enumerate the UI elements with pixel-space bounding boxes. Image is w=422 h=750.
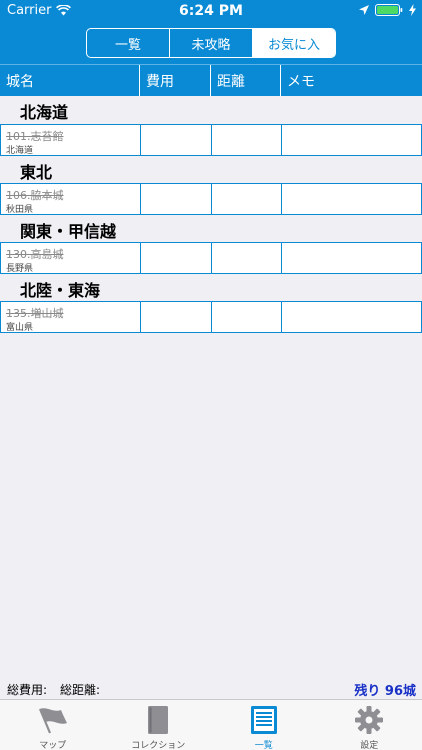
column-castle-name[interactable]: 城名 <box>0 65 140 96</box>
gear-icon <box>355 706 384 734</box>
tab-bar: マップ コレクション 一覧 設定 <box>0 699 422 750</box>
castle-name-cell[interactable]: 130.高島城 長野県 <box>0 242 140 274</box>
memo-cell[interactable] <box>281 301 422 333</box>
cost-cell[interactable] <box>140 242 211 274</box>
cost-cell[interactable] <box>140 183 211 215</box>
section-header: 東北 <box>0 157 422 185</box>
distance-cell[interactable] <box>211 301 281 333</box>
distance-cell[interactable] <box>211 242 281 274</box>
memo-cell[interactable] <box>281 124 422 156</box>
section-header: 北陸・東海 <box>0 275 422 303</box>
castle-name: 106.脇本城 <box>6 189 64 202</box>
battery-icon <box>375 4 403 16</box>
filter-segmented-control: 一覧 未攻略 お気に入 <box>86 28 336 58</box>
location-arrow-icon <box>359 5 369 15</box>
castle-name-cell[interactable]: 135.増山城 富山県 <box>0 301 140 333</box>
table-row[interactable]: 101.志苔館 北海道 <box>0 124 422 156</box>
segment-favorites[interactable]: お気に入 <box>253 29 335 57</box>
tab-settings[interactable]: 設定 <box>317 700 422 750</box>
castle-name: 135.増山城 <box>6 307 64 320</box>
castle-name: 101.志苔館 <box>6 130 64 143</box>
cost-cell[interactable] <box>140 301 211 333</box>
castle-name-cell[interactable]: 106.脇本城 秋田県 <box>0 183 140 215</box>
tab-list[interactable]: 一覧 <box>211 700 317 750</box>
column-distance[interactable]: 距離 <box>211 65 281 96</box>
flag-icon <box>38 708 67 734</box>
column-memo[interactable]: メモ <box>281 65 422 96</box>
tab-list-label: 一覧 <box>254 741 273 750</box>
nav-bar: Carrier 6:24 PM 一覧 未攻略 お気に入 <box>0 0 422 64</box>
tab-map[interactable]: マップ <box>0 700 106 750</box>
prefecture: 秋田県 <box>6 205 34 215</box>
tab-settings-label: 設定 <box>360 741 379 750</box>
tab-collection-label: コレクション <box>131 741 186 750</box>
book-icon <box>148 706 169 734</box>
table-row[interactable]: 106.脇本城 秋田県 <box>0 183 422 215</box>
section-header: 北海道 <box>0 97 422 125</box>
cost-cell[interactable] <box>140 124 211 156</box>
tab-collection[interactable]: コレクション <box>106 700 212 750</box>
distance-cell[interactable] <box>211 124 281 156</box>
distance-cell[interactable] <box>211 183 281 215</box>
summary-footer: 総費用: 総距離: 残り 96城 <box>0 676 422 699</box>
prefecture: 富山県 <box>6 323 34 333</box>
remaining-count: 残り 96城 <box>354 684 416 699</box>
table-header: 城名 費用 距離 メモ <box>0 64 422 96</box>
segment-unconquered[interactable]: 未攻略 <box>170 29 253 57</box>
memo-cell[interactable] <box>281 242 422 274</box>
table-row[interactable]: 130.高島城 長野県 <box>0 242 422 274</box>
status-bar: Carrier 6:24 PM <box>0 0 422 22</box>
total-cost-label: 総費用: <box>7 683 48 697</box>
castle-name: 130.高島城 <box>6 248 64 261</box>
total-distance-label: 総距離: <box>60 683 101 697</box>
list-icon <box>250 706 277 734</box>
prefecture: 長野県 <box>6 264 34 274</box>
segment-all[interactable]: 一覧 <box>87 29 170 57</box>
table-row[interactable]: 135.増山城 富山県 <box>0 301 422 333</box>
castle-name-cell[interactable]: 101.志苔館 北海道 <box>0 124 140 156</box>
status-right <box>359 4 416 16</box>
charging-bolt-icon <box>409 4 416 16</box>
section-header: 関東・甲信越 <box>0 216 422 244</box>
tab-map-label: マップ <box>39 741 67 750</box>
memo-cell[interactable] <box>281 183 422 215</box>
prefecture: 北海道 <box>6 146 34 156</box>
column-cost[interactable]: 費用 <box>140 65 211 96</box>
